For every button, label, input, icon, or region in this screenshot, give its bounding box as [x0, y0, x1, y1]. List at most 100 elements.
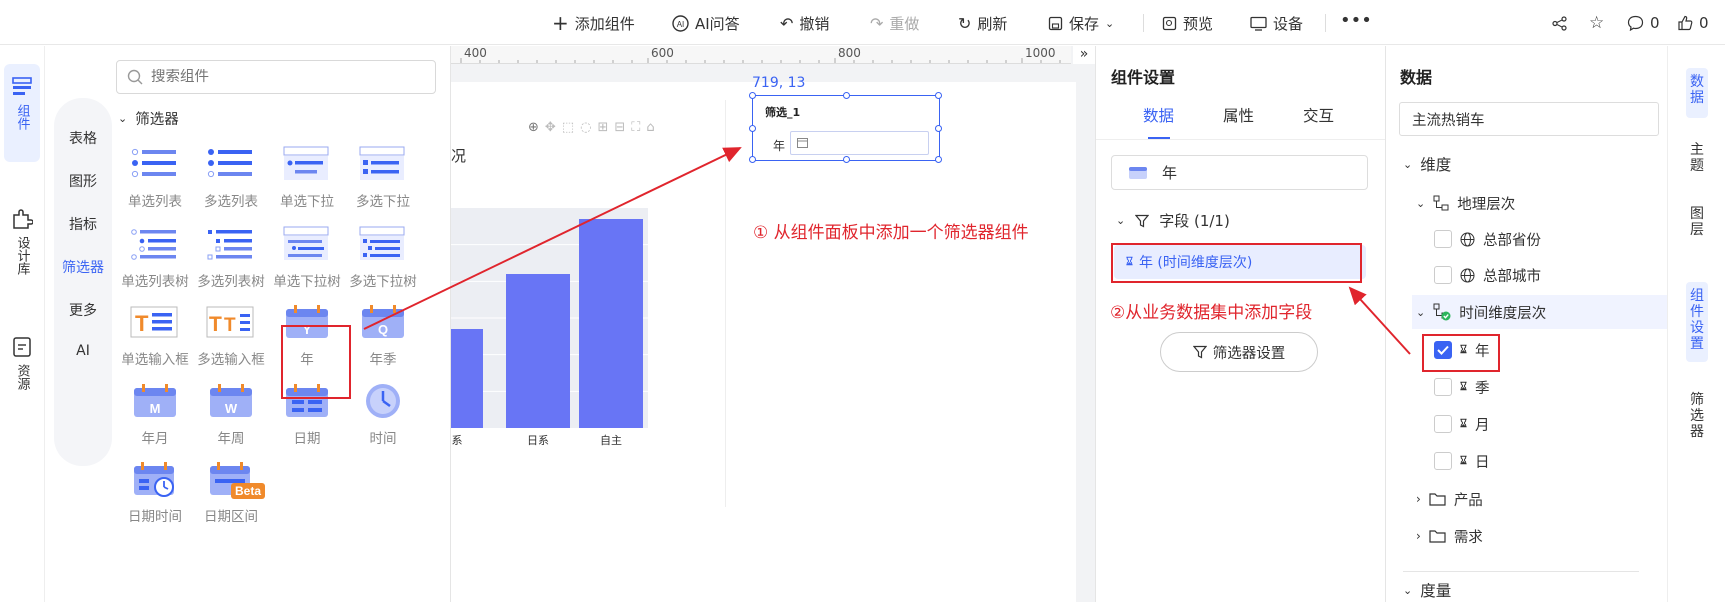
tree-hq-province[interactable]: 总部省份 [1434, 227, 1541, 251]
checkbox[interactable] [1434, 266, 1452, 284]
refresh-button[interactable]: ↻ 刷新 [958, 11, 1007, 35]
tree-month[interactable]: ⌛︎ 月 [1434, 412, 1489, 436]
component-single-list-tree[interactable]: 单选列表树 [116, 224, 194, 290]
component-datetime[interactable]: 日期时间 [116, 459, 194, 525]
tree-dimension[interactable]: ⌄ 维度 [1403, 152, 1451, 176]
filter-section-header[interactable]: ⌄ 筛选器 [118, 108, 179, 129]
rail-layer-tab[interactable]: 图层 [1686, 206, 1708, 238]
toolbar-divider [1325, 14, 1326, 32]
rail-components[interactable]: 组件 [4, 64, 40, 162]
component-year-month[interactable]: M 年月 [116, 381, 194, 447]
fit-icon[interactable]: ⛶ [631, 120, 640, 135]
rail-design-library[interactable]: 设计库 [4, 208, 40, 308]
component-multi-dropdown[interactable]: 多选下拉 [344, 144, 422, 210]
component-single-input[interactable]: T 单选输入框 [116, 302, 194, 368]
component-year-quarter[interactable]: Q 年季 [344, 302, 422, 368]
tree-hq-city[interactable]: 总部城市 [1434, 263, 1541, 287]
more-button[interactable]: ••• [1340, 8, 1372, 32]
ai-qa-button[interactable]: AI AI问答 [672, 11, 740, 35]
share-button[interactable] [1552, 11, 1567, 35]
device-button[interactable]: 设备 [1250, 11, 1303, 35]
component-multi-list[interactable]: 多选列表 [192, 144, 270, 210]
horizontal-ruler: 400 600 800 1000 [451, 46, 1071, 64]
chart-toolbar: ⊕ ✥ ⬚ ◌ ⊞ ⊟ ⛶ ⌂ [528, 120, 655, 135]
resize-handle[interactable] [749, 156, 756, 163]
category-more[interactable]: 更多 [54, 300, 112, 320]
chevron-down-icon: ⌄ [1116, 214, 1126, 227]
move-icon[interactable]: ✥ [545, 120, 556, 135]
chart-component[interactable]: 况 ⊕ ✥ ⬚ ◌ ⊞ ⊟ ⛶ ⌂ 系 日系 自主 [451, 100, 726, 507]
tree-measure[interactable]: ⌄ 度量 [1403, 578, 1451, 602]
rail-filter-tab[interactable]: 筛选器 [1686, 392, 1708, 440]
preview-button[interactable]: 预览 [1162, 11, 1213, 35]
zoom-in-icon[interactable]: ⊞ [597, 120, 608, 135]
checkbox[interactable] [1434, 452, 1452, 470]
resize-handle[interactable] [935, 92, 942, 99]
checkbox[interactable] [1434, 378, 1452, 396]
favorite-button[interactable]: ☆ [1589, 11, 1604, 35]
component-multi-list-tree[interactable]: 多选列表树 [192, 224, 270, 290]
category-graphic[interactable]: 图形 [54, 171, 112, 191]
zoom-out-icon[interactable]: ⊟ [614, 120, 625, 135]
component-date-range[interactable]: Beta 日期区间 [192, 459, 270, 525]
resize-handle[interactable] [935, 156, 942, 163]
component-single-dropdown[interactable]: 单选下拉 [268, 144, 346, 210]
rail-resources[interactable]: 资源 [4, 336, 40, 426]
collapse-panel-button[interactable]: » [1073, 46, 1095, 64]
save-button[interactable]: 保存 ⌄ [1048, 11, 1114, 35]
zoom-icon[interactable]: ⊕ [528, 120, 539, 135]
undo-button[interactable]: ↶ 撤销 [780, 11, 829, 35]
filter-widget[interactable]: 筛选_1 年 [749, 92, 942, 163]
like-button[interactable]: 0 [1677, 11, 1709, 35]
redo-button[interactable]: ↷ 重做 [870, 11, 919, 35]
tree-time-hierarchy[interactable]: ⌄ 时间维度层次 [1416, 300, 1546, 324]
tree-quarter[interactable]: ⌛︎ 季 [1434, 375, 1489, 399]
component-single-list[interactable]: 单选列表 [116, 144, 194, 210]
component-year-week[interactable]: W 年周 [192, 381, 270, 447]
resize-handle[interactable] [749, 125, 756, 132]
tree-product[interactable]: › 产品 [1416, 487, 1483, 511]
category-filter[interactable]: 筛选器 [54, 257, 112, 277]
resize-handle[interactable] [749, 92, 756, 99]
component-multi-dropdown-tree[interactable]: 多选下拉树 [344, 224, 422, 290]
fields-section-header[interactable]: ⌄ 字段 (1/1) [1116, 210, 1230, 231]
home-icon[interactable]: ⌂ [646, 120, 654, 135]
dataset-selector[interactable]: 主流热销车 [1399, 102, 1659, 136]
beta-badge: Beta [231, 483, 266, 499]
rail-theme-tab[interactable]: 主题 [1686, 142, 1708, 174]
search-input[interactable] [151, 69, 411, 85]
checkbox[interactable] [1434, 415, 1452, 433]
resize-handle[interactable] [935, 125, 942, 132]
x-tick-label: 日系 [527, 434, 549, 447]
tab-properties[interactable]: 属性 [1223, 104, 1254, 126]
checkbox[interactable] [1434, 230, 1452, 248]
calendar-icon [797, 137, 808, 148]
bar[interactable] [579, 219, 643, 428]
highlight-year-checkbox [1422, 334, 1500, 372]
bar[interactable] [506, 274, 570, 428]
component-time[interactable]: 时间 [344, 381, 422, 447]
tab-interaction[interactable]: 交互 [1303, 104, 1334, 126]
tree-geo-hierarchy[interactable]: ⌄ 地理层次 [1416, 191, 1515, 215]
filter-settings-button[interactable]: 筛选器设置 [1160, 332, 1318, 372]
component-single-dropdown-tree[interactable]: 单选下拉树 [268, 224, 346, 290]
select-icon[interactable]: ⬚ [562, 120, 574, 135]
component-type-field[interactable]: 年 [1111, 155, 1368, 190]
search-box[interactable] [116, 60, 436, 94]
category-table[interactable]: 表格 [54, 128, 112, 148]
tab-data[interactable]: 数据 [1143, 104, 1174, 126]
category-ai[interactable]: AI [54, 343, 112, 359]
year-picker-input[interactable] [790, 131, 929, 155]
resize-handle[interactable] [843, 92, 850, 99]
lasso-icon[interactable]: ◌ [580, 120, 591, 135]
tree-day[interactable]: ⌛︎ 日 [1434, 449, 1489, 473]
add-component-button[interactable]: + 添加组件 [552, 11, 635, 35]
bar[interactable] [451, 329, 483, 428]
category-metric[interactable]: 指标 [54, 214, 112, 234]
rail-data-tab[interactable]: 数据 [1686, 68, 1708, 118]
comment-button[interactable]: 0 [1627, 11, 1660, 35]
rail-component-settings-tab[interactable]: 组件设置 [1686, 282, 1708, 362]
resize-handle[interactable] [843, 156, 850, 163]
tree-demand[interactable]: › 需求 [1416, 524, 1483, 548]
component-multi-input[interactable]: TT 多选输入框 [192, 302, 270, 368]
